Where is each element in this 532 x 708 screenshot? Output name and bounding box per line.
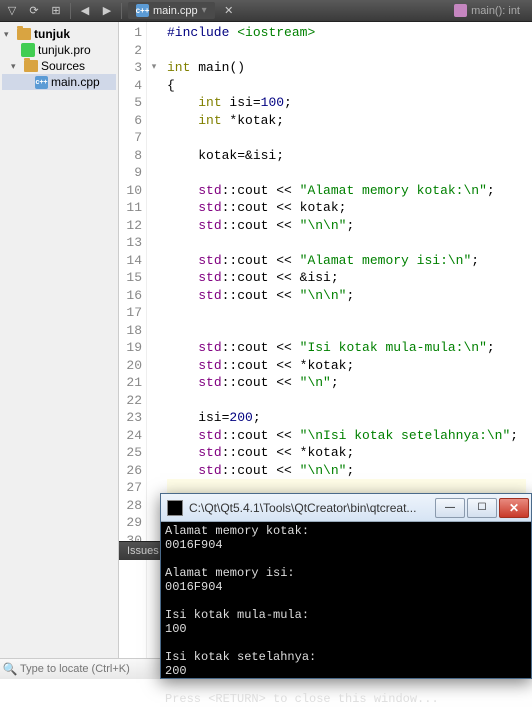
expand-icon[interactable]: ▾ <box>11 61 21 72</box>
qt-pro-icon <box>21 43 35 57</box>
search-icon: 🔍 <box>0 662 20 676</box>
sources-folder-item[interactable]: ▾ Sources <box>2 58 116 74</box>
console-app-icon <box>167 500 183 516</box>
project-sidebar: ▾ tunjuk tunjuk.pro ▾ Sources c++ main.c… <box>0 22 119 658</box>
folder-icon <box>24 60 38 72</box>
breadcrumb-symbol[interactable]: main(): int <box>446 2 528 19</box>
console-title: C:\Qt\Qt5.4.1\Tools\QtCreator\bin\qtcrea… <box>189 501 433 515</box>
pro-file-label: tunjuk.pro <box>38 43 91 57</box>
sources-label: Sources <box>41 59 85 73</box>
close-button[interactable]: ✕ <box>499 498 529 518</box>
back-icon[interactable]: ◀ <box>77 3 93 19</box>
issues-label: Issues <box>127 545 159 557</box>
close-tab-icon[interactable]: ✕ <box>221 3 237 19</box>
source-file-item[interactable]: c++ main.cpp <box>2 74 116 90</box>
split-icon[interactable]: ⊞ <box>48 3 64 19</box>
minimize-button[interactable]: — <box>435 498 465 518</box>
expand-icon[interactable]: ▾ <box>4 29 14 40</box>
fold-column[interactable]: ▾ <box>147 22 161 658</box>
function-icon <box>454 4 467 17</box>
editor-toolbar: ▽ ⟳ ⊞ ◀ ▶ c++ main.cpp ▾ ✕ main(): int <box>0 0 532 22</box>
filter-icon[interactable]: ▽ <box>4 3 20 19</box>
project-name: tunjuk <box>34 27 70 41</box>
cpp-file-icon: c++ <box>136 4 149 17</box>
separator <box>121 3 122 19</box>
tab-label: main.cpp <box>153 5 198 17</box>
console-title-bar[interactable]: C:\Qt\Qt5.4.1\Tools\QtCreator\bin\qtcrea… <box>161 494 531 522</box>
console-window[interactable]: C:\Qt\Qt5.4.1\Tools\QtCreator\bin\qtcrea… <box>160 493 532 679</box>
pro-file-item[interactable]: tunjuk.pro <box>2 42 116 58</box>
open-file-tab[interactable]: c++ main.cpp ▾ <box>128 2 215 19</box>
forward-icon[interactable]: ▶ <box>99 3 115 19</box>
breadcrumb-label: main(): int <box>471 5 520 17</box>
line-number-gutter: 1234567891011121314151617181920212223242… <box>119 22 147 658</box>
maximize-button[interactable]: ☐ <box>467 498 497 518</box>
folder-icon <box>17 28 31 40</box>
separator <box>70 3 71 19</box>
sync-icon[interactable]: ⟳ <box>26 3 42 19</box>
project-root-item[interactable]: ▾ tunjuk <box>2 26 116 42</box>
source-file-label: main.cpp <box>51 75 100 89</box>
console-output: Alamat memory kotak: 0016F904 Alamat mem… <box>161 522 531 708</box>
cpp-file-icon: c++ <box>35 76 48 89</box>
dropdown-icon[interactable]: ▾ <box>202 5 207 16</box>
